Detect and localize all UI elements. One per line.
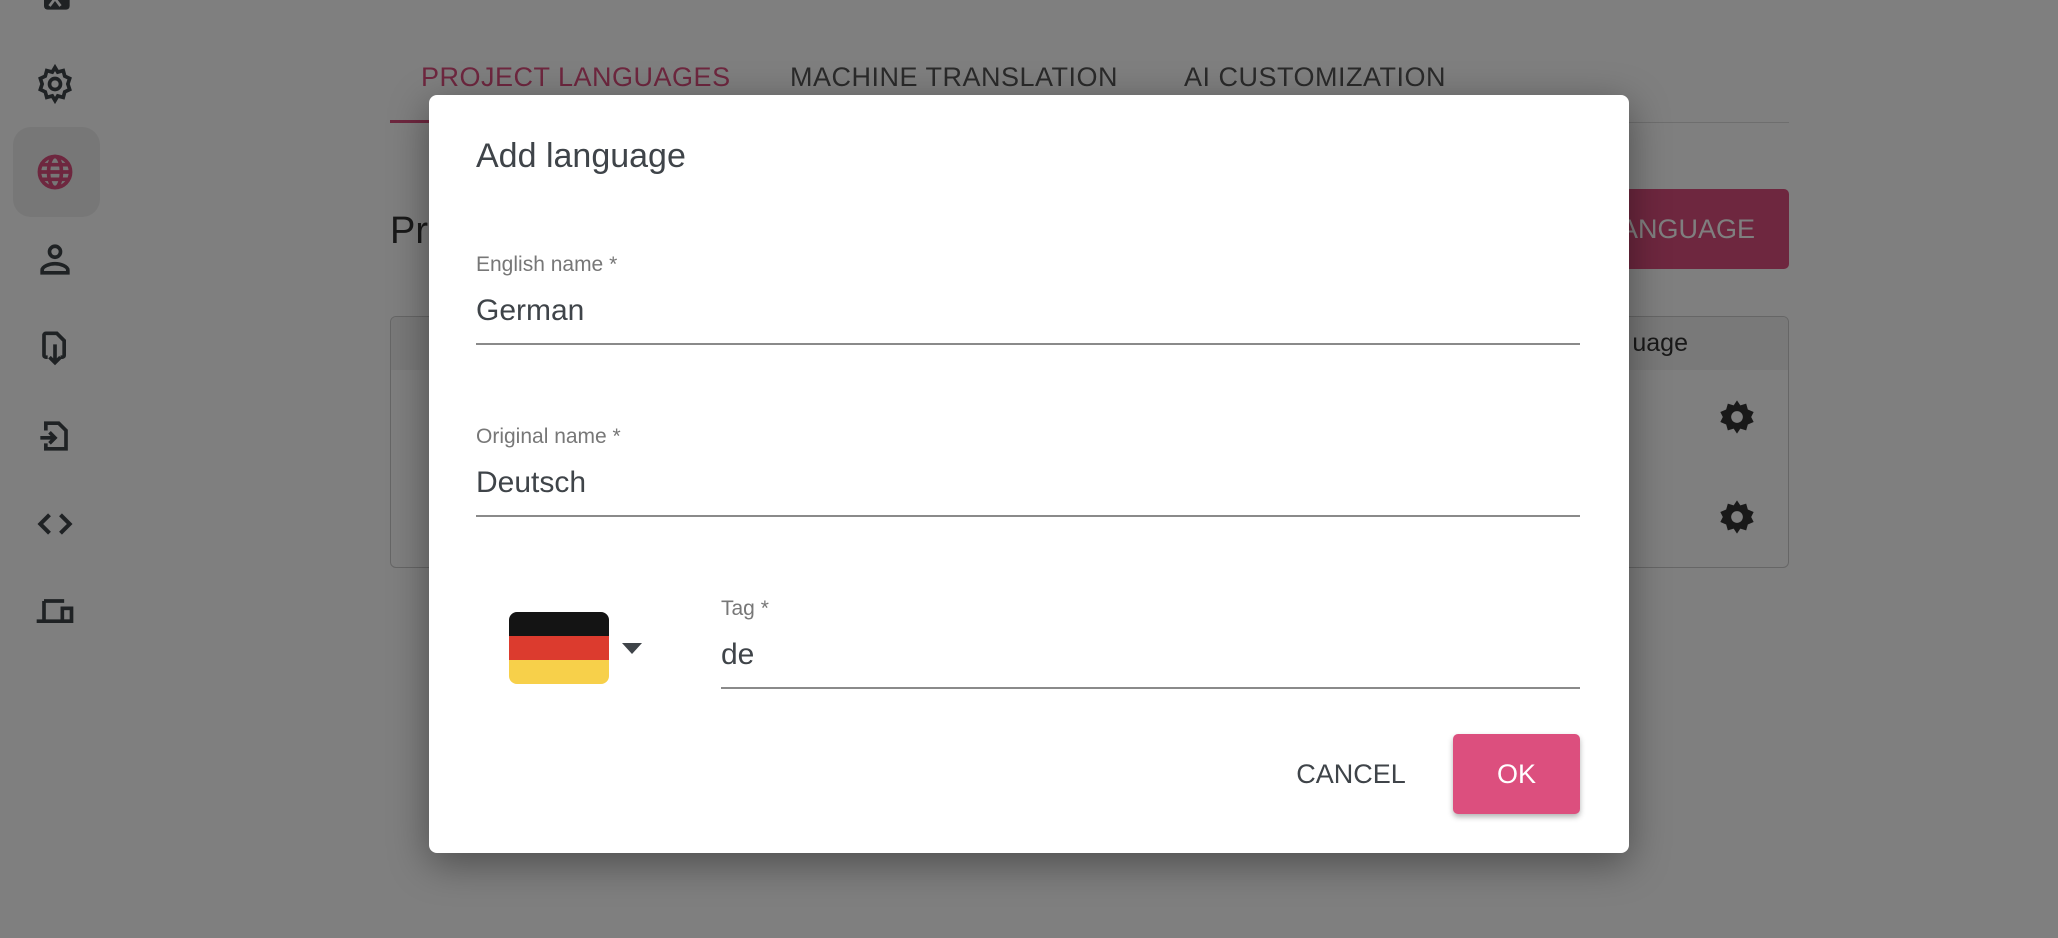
original-name-label: Original name * bbox=[476, 425, 621, 448]
dialog-title: Add language bbox=[476, 137, 686, 175]
tag-underline bbox=[721, 687, 1580, 689]
tag-input[interactable]: de bbox=[721, 638, 754, 672]
ok-button[interactable]: OK bbox=[1453, 734, 1580, 814]
tag-label: Tag * bbox=[721, 597, 769, 620]
english-name-underline bbox=[476, 343, 1580, 345]
flag-dropdown-caret-icon[interactable] bbox=[622, 643, 642, 654]
english-name-input[interactable]: German bbox=[476, 294, 584, 328]
original-name-underline bbox=[476, 515, 1580, 517]
cancel-button[interactable]: CANCEL bbox=[1286, 734, 1416, 814]
english-name-label: English name * bbox=[476, 253, 618, 276]
add-language-dialog: Add language English name * German Origi… bbox=[429, 95, 1629, 853]
flag-selector[interactable] bbox=[509, 612, 609, 684]
original-name-input[interactable]: Deutsch bbox=[476, 466, 586, 500]
